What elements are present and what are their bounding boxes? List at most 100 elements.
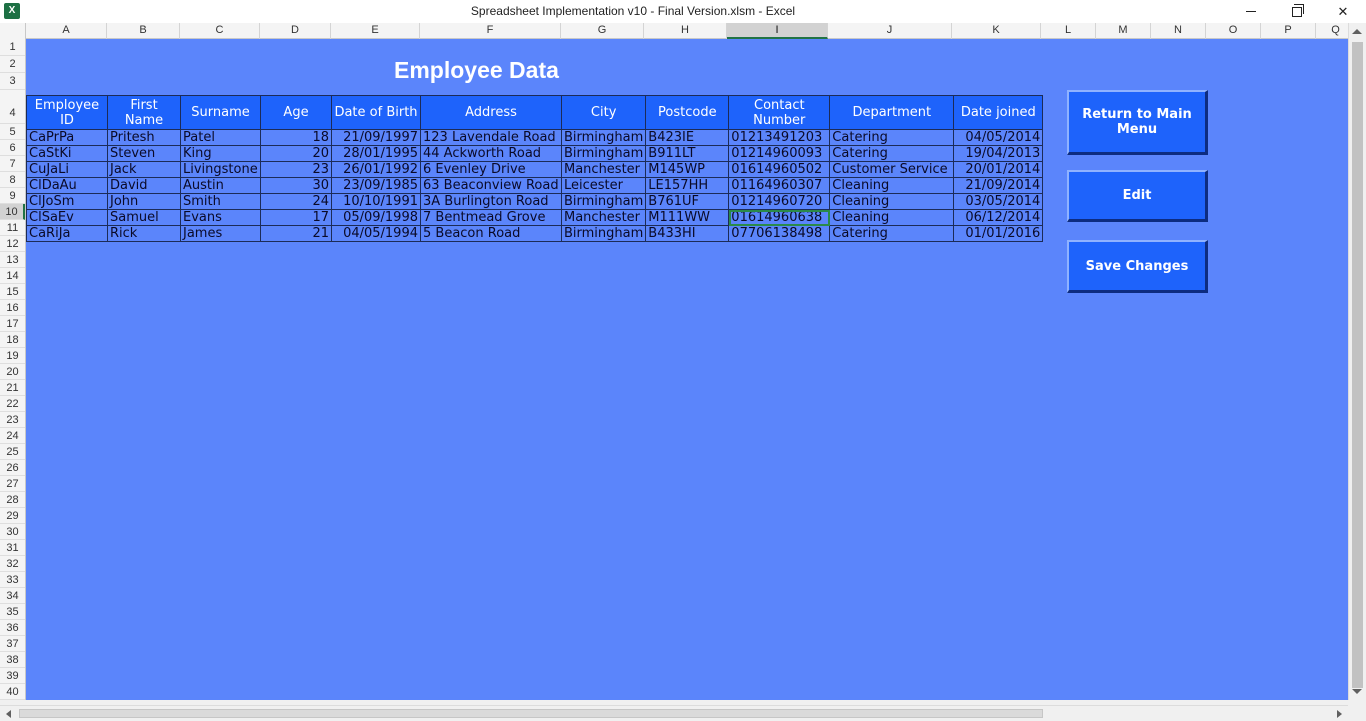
cell-dob[interactable]: 23/09/1985 — [331, 177, 421, 194]
close-button[interactable]: ✕ — [1320, 0, 1366, 23]
header-department[interactable]: Department — [829, 95, 955, 130]
scroll-down-icon[interactable] — [1352, 689, 1362, 694]
cell-city[interactable]: Birmingham — [560, 193, 647, 210]
cell-id[interactable]: CuJaLi — [26, 161, 108, 178]
cell-first[interactable]: Rick — [107, 225, 181, 242]
row-header-26[interactable]: 26 — [0, 460, 25, 476]
cell-city[interactable]: Birmingham — [560, 145, 647, 162]
row-header-21[interactable]: 21 — [0, 380, 25, 396]
header-date-joined[interactable]: Date joined — [953, 95, 1044, 130]
cell-contact[interactable]: 01614960638 — [728, 209, 831, 226]
row-header-28[interactable]: 28 — [0, 492, 25, 508]
row-header-18[interactable]: 18 — [0, 332, 25, 348]
row-header-23[interactable]: 23 — [0, 412, 25, 428]
cell-city[interactable]: Manchester — [560, 161, 647, 178]
row-header-30[interactable]: 30 — [0, 524, 25, 540]
row-header-1[interactable]: 1 — [0, 39, 25, 56]
cell-department[interactable]: Catering — [829, 225, 955, 242]
cell-city[interactable]: Manchester — [560, 209, 647, 226]
row-header-7[interactable]: 7 — [0, 156, 25, 172]
row-header-10[interactable]: 10 — [0, 204, 25, 220]
column-header-a[interactable]: A — [26, 23, 107, 39]
cell-surname[interactable]: Patel — [180, 129, 261, 146]
cell-postcode[interactable]: LE157HH — [645, 177, 730, 194]
row-header-5[interactable]: 5 — [0, 124, 25, 140]
row-header-13[interactable]: 13 — [0, 252, 25, 268]
header-age[interactable]: Age — [260, 95, 332, 130]
cell-id[interactable]: ClDaAu — [26, 177, 108, 194]
header-contact-number[interactable]: Contact Number — [728, 95, 831, 130]
cell-id[interactable]: CaPrPa — [26, 129, 108, 146]
cell-age[interactable]: 23 — [260, 161, 332, 178]
row-header-12[interactable]: 12 — [0, 236, 25, 252]
cell-dob[interactable]: 28/01/1995 — [331, 145, 421, 162]
column-header-l[interactable]: L — [1041, 23, 1096, 39]
row-header-3[interactable]: 3 — [0, 73, 25, 90]
cell-department[interactable]: Customer Service — [829, 161, 955, 178]
column-header-p[interactable]: P — [1261, 23, 1316, 39]
cell-contact[interactable]: 07706138498 — [728, 225, 831, 242]
vertical-scroll-thumb[interactable] — [1352, 42, 1363, 688]
row-header-24[interactable]: 24 — [0, 428, 25, 444]
cell-dob[interactable]: 05/09/1998 — [331, 209, 421, 226]
cell-surname[interactable]: Livingstone — [180, 161, 261, 178]
cell-first[interactable]: Steven — [107, 145, 181, 162]
row-header-40[interactable]: 40 — [0, 684, 25, 700]
cell-address[interactable]: 6 Evenley Drive — [420, 161, 562, 178]
cell-first[interactable]: Pritesh — [107, 129, 181, 146]
cell-department[interactable]: Cleaning — [829, 177, 955, 194]
cell-first[interactable]: Jack — [107, 161, 181, 178]
column-header-o[interactable]: O — [1206, 23, 1261, 39]
column-header-g[interactable]: G — [561, 23, 644, 39]
cell-age[interactable]: 17 — [260, 209, 332, 226]
cell-postcode[interactable]: B433HI — [645, 225, 730, 242]
row-header-8[interactable]: 8 — [0, 172, 25, 188]
header-address[interactable]: Address — [420, 95, 562, 130]
cell-surname[interactable]: James — [180, 225, 261, 242]
edit-button[interactable]: Edit — [1067, 170, 1208, 222]
row-header-31[interactable]: 31 — [0, 540, 25, 556]
cell-address[interactable]: 44 Ackworth Road — [420, 145, 562, 162]
row-header-29[interactable]: 29 — [0, 508, 25, 524]
restore-button[interactable] — [1274, 0, 1320, 23]
cell-dob[interactable]: 21/09/1997 — [331, 129, 421, 146]
vertical-scrollbar[interactable] — [1348, 23, 1366, 700]
cell-id[interactable]: ClSaEv — [26, 209, 108, 226]
cell-postcode[interactable]: B911LT — [645, 145, 730, 162]
cell-contact[interactable]: 01614960502 — [728, 161, 831, 178]
header-date-of-birth[interactable]: Date of Birth — [331, 95, 421, 130]
cell-joined[interactable]: 01/01/2016 — [953, 225, 1044, 242]
row-header-4[interactable]: 4 — [0, 90, 25, 124]
cell-dob[interactable]: 26/01/1992 — [331, 161, 421, 178]
header-first-name[interactable]: First Name — [107, 95, 181, 130]
horizontal-scroll-thumb[interactable] — [19, 709, 1043, 718]
row-header-38[interactable]: 38 — [0, 652, 25, 668]
select-all-corner[interactable] — [0, 23, 26, 39]
header-city[interactable]: City — [560, 95, 647, 130]
row-header-33[interactable]: 33 — [0, 572, 25, 588]
column-header-f[interactable]: F — [420, 23, 561, 39]
cell-address[interactable]: 3A Burlington Road — [420, 193, 562, 210]
scroll-up-icon[interactable] — [1352, 29, 1362, 34]
cell-age[interactable]: 30 — [260, 177, 332, 194]
column-header-c[interactable]: C — [180, 23, 260, 39]
row-header-39[interactable]: 39 — [0, 668, 25, 684]
minimize-button[interactable] — [1228, 0, 1274, 23]
scroll-left-icon[interactable] — [6, 710, 11, 718]
row-header-17[interactable]: 17 — [0, 316, 25, 332]
header-employee-id[interactable]: Employee ID — [26, 95, 108, 130]
row-header-6[interactable]: 6 — [0, 140, 25, 156]
cell-age[interactable]: 21 — [260, 225, 332, 242]
header-surname[interactable]: Surname — [180, 95, 261, 130]
worksheet[interactable]: Employee Data Employee ID First Name Sur… — [26, 39, 1348, 700]
row-header-37[interactable]: 37 — [0, 636, 25, 652]
cell-city[interactable]: Birmingham — [560, 225, 647, 242]
cell-surname[interactable]: Austin — [180, 177, 261, 194]
cell-postcode[interactable]: M145WP — [645, 161, 730, 178]
cell-joined[interactable]: 06/12/2014 — [953, 209, 1044, 226]
row-header-32[interactable]: 32 — [0, 556, 25, 572]
cell-department[interactable]: Catering — [829, 145, 955, 162]
row-header-11[interactable]: 11 — [0, 220, 25, 236]
cell-address[interactable]: 5 Beacon Road — [420, 225, 562, 242]
cell-department[interactable]: Catering — [829, 129, 955, 146]
